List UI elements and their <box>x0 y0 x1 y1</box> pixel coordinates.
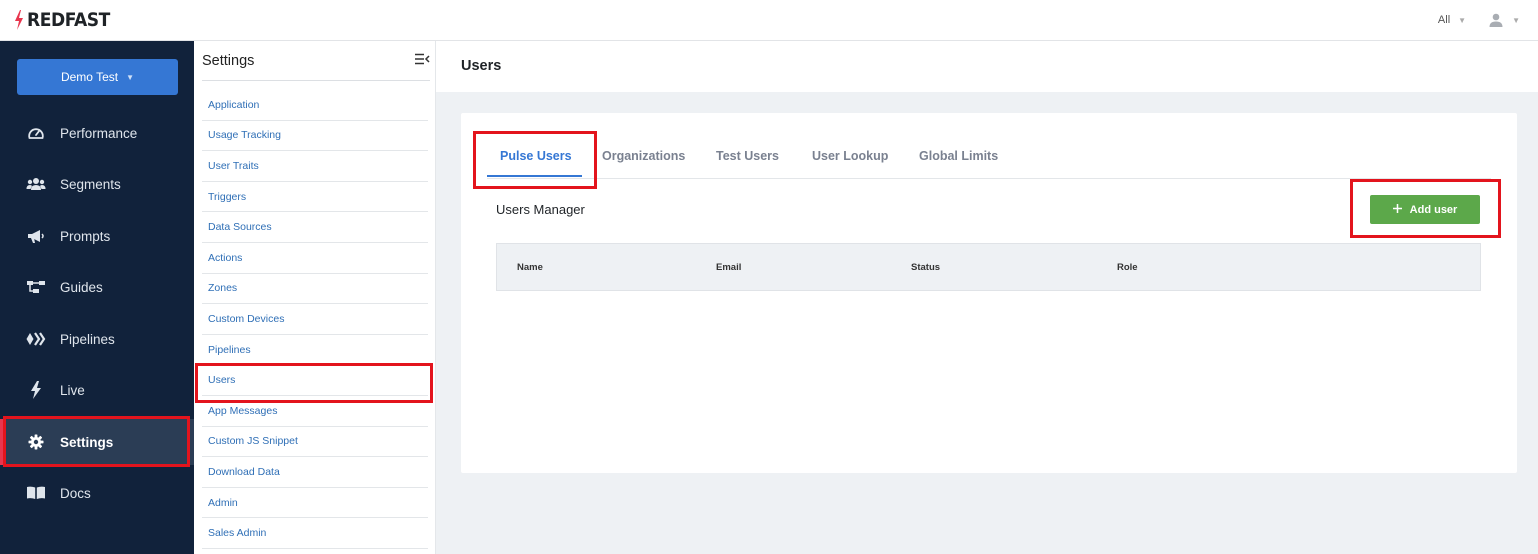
sidebar-item-label: Prompts <box>60 228 111 244</box>
users-tabs: Pulse Users Organizations Test Users Use… <box>487 137 1491 179</box>
sidebar-item-settings[interactable]: Settings <box>0 419 194 465</box>
chevron-down-icon: ▼ <box>1458 15 1467 25</box>
top-right-controls: All ▼ ▼ <box>1438 12 1520 28</box>
users-icon <box>26 175 46 193</box>
settings-item-user-traits[interactable]: User Traits <box>202 151 428 182</box>
main-sidebar: Demo Test ▼ Performance Segments Prompts… <box>0 41 194 554</box>
tab-global-limits[interactable]: Global Limits <box>919 149 998 163</box>
column-header-name[interactable]: Name <box>517 262 543 273</box>
add-user-button[interactable]: Add user <box>1370 195 1480 224</box>
users-card: Pulse Users Organizations Test Users Use… <box>461 113 1517 473</box>
settings-item-custom-js-snippet[interactable]: Custom JS Snippet <box>202 427 428 458</box>
sidebar-item-live[interactable]: Live <box>0 367 194 413</box>
sidebar-item-guides[interactable]: Guides <box>0 264 194 310</box>
pipeline-icon <box>26 330 46 348</box>
settings-item-users[interactable]: Users <box>202 365 428 396</box>
tab-user-lookup[interactable]: User Lookup <box>812 149 888 163</box>
settings-item-sales-admin[interactable]: Sales Admin <box>202 518 428 549</box>
megaphone-icon <box>26 227 46 245</box>
gear-icon <box>26 433 46 451</box>
speedometer-icon <box>26 124 46 142</box>
environment-select-value: All <box>1437 14 1451 26</box>
column-header-role[interactable]: Role <box>1117 262 1138 273</box>
settings-menu-list: Application Usage Tracking User Traits T… <box>202 90 428 549</box>
sidebar-item-label: Pipelines <box>60 331 115 347</box>
sidebar-item-segments[interactable]: Segments <box>0 161 194 207</box>
settings-item-triggers[interactable]: Triggers <box>202 182 428 213</box>
active-tab-indicator <box>487 175 582 177</box>
user-avatar-icon <box>1489 13 1503 27</box>
chevron-down-icon: ▼ <box>1512 15 1520 25</box>
settings-item-zones[interactable]: Zones <box>202 274 428 305</box>
workspace-name: Demo Test <box>60 70 119 84</box>
page-title: Users <box>461 58 502 74</box>
section-title: Users Manager <box>496 202 585 217</box>
collapse-menu-icon[interactable] <box>414 52 430 70</box>
settings-item-actions[interactable]: Actions <box>202 243 428 274</box>
bolt-logo-icon <box>15 10 23 30</box>
sidebar-item-label: Performance <box>60 125 138 141</box>
users-table-header: Name Email Status Role <box>496 243 1481 291</box>
top-bar: REDFAST All ▼ ▼ <box>0 0 1538 41</box>
sidebar-item-pipelines[interactable]: Pipelines <box>0 316 194 362</box>
user-menu[interactable]: ▼ <box>1488 12 1520 28</box>
sidebar-item-prompts[interactable]: Prompts <box>0 213 194 259</box>
settings-panel: Settings Application Usage Tracking User… <box>194 41 436 554</box>
workspace-dropdown[interactable]: Demo Test ▼ <box>17 59 178 95</box>
settings-item-admin[interactable]: Admin <box>202 488 428 519</box>
settings-header: Settings <box>202 41 430 81</box>
settings-item-data-sources[interactable]: Data Sources <box>202 212 428 243</box>
sidebar-item-docs[interactable]: Docs <box>0 470 194 516</box>
sidebar-item-label: Guides <box>60 279 103 295</box>
chevron-down-icon: ▼ <box>126 72 135 82</box>
add-user-label: Add user <box>1409 203 1458 216</box>
plus-icon <box>1392 203 1402 216</box>
tab-pulse-users[interactable]: Pulse Users <box>500 149 572 163</box>
settings-item-download-data[interactable]: Download Data <box>202 457 428 488</box>
tab-test-users[interactable]: Test Users <box>716 149 779 163</box>
column-header-status[interactable]: Status <box>911 262 940 273</box>
sidebar-item-performance[interactable]: Performance <box>0 110 194 156</box>
settings-item-usage-tracking[interactable]: Usage Tracking <box>202 121 428 152</box>
tab-organizations[interactable]: Organizations <box>602 149 685 163</box>
sidebar-item-label: Docs <box>60 485 91 501</box>
settings-item-custom-devices[interactable]: Custom Devices <box>202 304 428 335</box>
settings-item-pipelines[interactable]: Pipelines <box>202 335 428 366</box>
settings-title: Settings <box>202 52 255 69</box>
flowchart-icon <box>26 278 46 296</box>
environment-select[interactable]: All ▼ <box>1438 14 1466 26</box>
column-header-email[interactable]: Email <box>716 262 741 273</box>
bolt-icon <box>26 381 46 399</box>
sidebar-item-label: Settings <box>60 434 114 450</box>
sidebar-item-label: Live <box>60 382 85 398</box>
settings-item-application[interactable]: Application <box>202 90 428 121</box>
sidebar-item-label: Segments <box>60 176 121 192</box>
settings-item-app-messages[interactable]: App Messages <box>202 396 428 427</box>
main-header: Users <box>436 41 1538 92</box>
logo-text: REDFAST <box>27 9 110 31</box>
redfast-logo[interactable]: REDFAST <box>14 9 119 31</box>
book-icon <box>26 484 46 502</box>
